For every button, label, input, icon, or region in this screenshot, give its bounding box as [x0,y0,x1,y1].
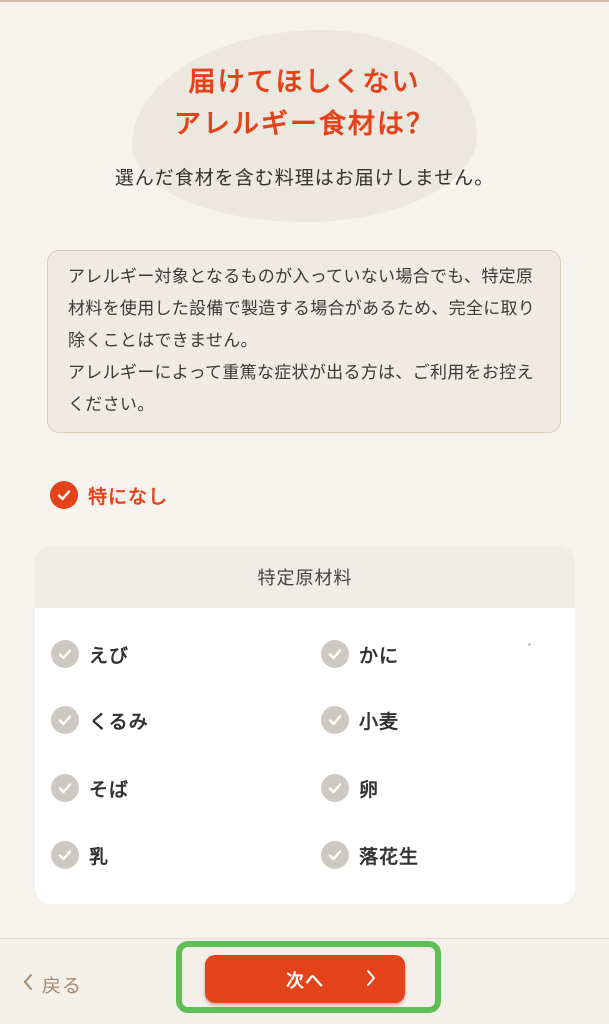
allergen-item-wheat[interactable]: 小麦 [321,706,399,734]
allergen-item-egg[interactable]: 卵 [321,774,379,802]
allergen-item-label: 落花生 [359,845,420,868]
checkmark-icon [50,481,78,509]
notice-paragraph-1: アレルギー対象となるものが入っていない場合でも、特定原材料を使用した設備で製造す… [68,267,536,351]
top-border [0,0,609,2]
allergen-item-buckwheat[interactable]: そば [51,774,129,802]
notice-paragraph-2: アレルギーによって重篤な症状が出る方は、ご利用をお控えください。 [68,363,534,415]
checkmark-icon [51,640,79,668]
checkmark-icon [321,774,349,802]
allergen-item-label: くるみ [89,710,149,733]
allergy-notice-box: アレルギー対象となるものが入っていない場合でも、特定原材料を使用した設備で製造す… [47,250,561,433]
page-title-line1: 届けてほしくない [188,67,421,98]
allergen-card-heading: 特定原材料 [35,546,575,608]
checkmark-icon [321,841,349,869]
page-title-line2: アレルギー食材は？ [174,109,435,140]
allergen-card: 特定原材料 えび かに くるみ 小麦 そば 卵 乳 落花生 [35,546,575,904]
decorative-dot [528,643,531,646]
allergen-item-label: 乳 [89,845,110,868]
allergen-item-walnut[interactable]: くるみ [51,706,149,734]
checkmark-icon [321,706,349,734]
allergen-item-label: 卵 [359,778,380,801]
back-button[interactable]: 戻る [22,971,82,998]
allergen-item-label: 小麦 [359,710,400,733]
chevron-right-icon [365,969,377,991]
back-button-label: 戻る [42,975,83,997]
allergen-item-label: かに [359,644,400,667]
allergen-item-label: そば [89,778,130,801]
allergen-item-label: えび [89,644,130,667]
checkmark-icon [51,841,79,869]
allergen-item-milk[interactable]: 乳 [51,841,109,869]
chevron-left-icon [22,973,34,996]
none-option-label: 特になし [88,485,169,508]
checkmark-icon [51,706,79,734]
page-subtitle: 選んだ食材を含む料理はお届けしません。 [114,167,495,189]
checkmark-icon [321,640,349,668]
allergen-item-shrimp[interactable]: えび [51,640,129,668]
allergen-item-crab[interactable]: かに [321,640,399,668]
checkmark-icon [51,774,79,802]
allergen-item-peanut[interactable]: 落花生 [321,841,419,869]
none-option-checkbox[interactable]: 特になし [50,481,168,509]
next-button[interactable]: 次へ [205,955,405,1003]
